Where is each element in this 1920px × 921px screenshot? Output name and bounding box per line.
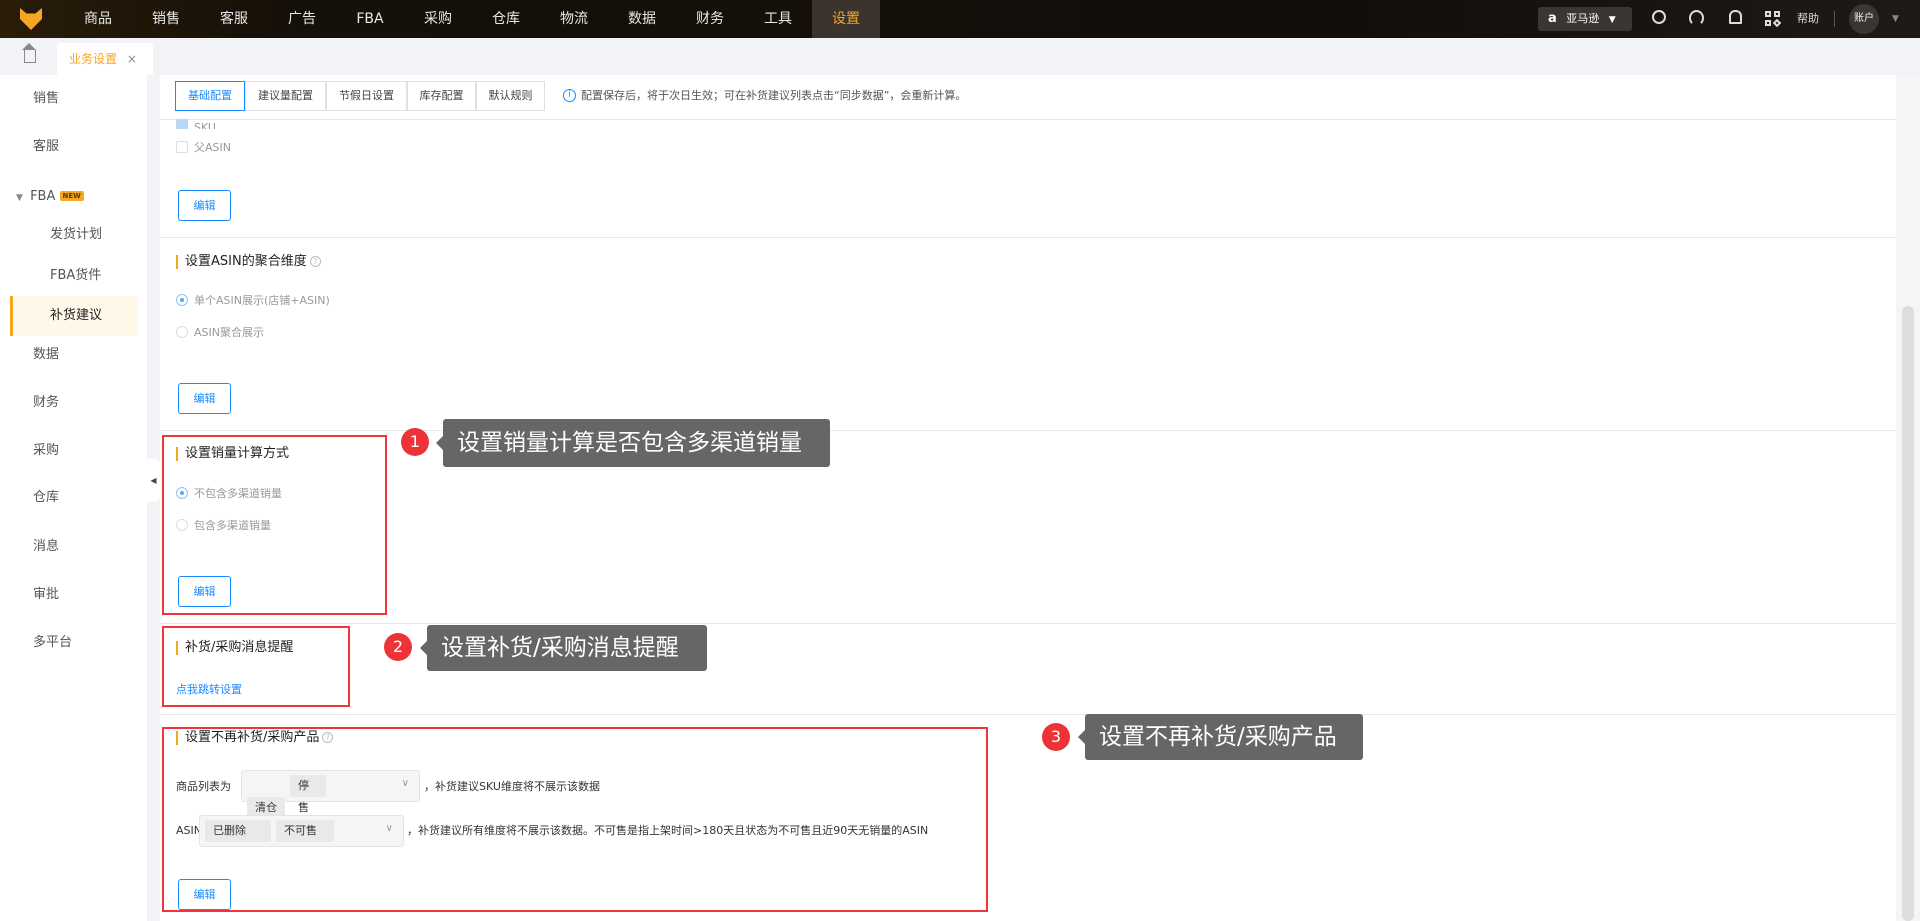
amazon-icon: a <box>1548 11 1557 26</box>
sidebar-item-service[interactable]: 客服 <box>0 132 147 162</box>
config-tab[interactable]: 默认规则 <box>476 81 545 111</box>
checkbox-sku[interactable]: SKU <box>176 119 216 129</box>
tab-bar: 业务设置 × <box>0 38 1920 75</box>
config-tab[interactable]: 节假日设置 <box>326 81 407 111</box>
info-text: 配置保存后，将于次日生效；可在补货建议列表点击“同步数据”，会重新计算。 <box>581 89 967 102</box>
section-title: 设置ASIN的聚合维度? <box>176 255 321 269</box>
config-tab[interactable]: 建议量配置 <box>245 81 326 111</box>
callout-number: 1 <box>401 428 429 456</box>
nav-item[interactable]: 客服 <box>200 0 268 38</box>
nav-item[interactable]: 采购 <box>404 0 472 38</box>
scrollbar[interactable] <box>1896 75 1920 921</box>
sidebar-item-messages[interactable]: 消息 <box>0 532 147 562</box>
top-nav: 商品 销售 客服 广告 FBA 采购 仓库 物流 数据 财务 工具 设置 a 亚马逊 ▼ 帮助 账户 … <box>0 0 1920 38</box>
nav-item[interactable]: 仓库 <box>472 0 540 38</box>
marketplace-selector[interactable]: a 亚马逊 ▼ <box>1538 7 1632 31</box>
search-icon[interactable] <box>1652 10 1666 24</box>
sidebar-item-warehouse[interactable]: 仓库 <box>0 483 147 513</box>
nav-item[interactable]: 销售 <box>132 0 200 38</box>
sidebar-item-sales[interactable]: 销售 <box>0 84 147 114</box>
info-icon: i <box>563 89 576 102</box>
nav-item[interactable]: FBA <box>336 0 404 38</box>
logo-icon[interactable] <box>20 8 42 30</box>
divider <box>1834 11 1835 27</box>
sidebar-item-fba[interactable]: ▼ FBA NEW <box>0 181 147 211</box>
callout-bubble: 设置销量计算是否包含多渠道销量 <box>436 419 830 467</box>
help-link[interactable]: 帮助 <box>1797 0 1819 38</box>
nav-item[interactable]: 数据 <box>608 0 676 38</box>
caret-down-icon: ▼ <box>16 193 23 203</box>
sidebar-item-shipping-plan[interactable]: 发货计划 <box>0 220 147 250</box>
nav-item[interactable]: 财务 <box>676 0 744 38</box>
sidebar-item-finance[interactable]: 财务 <box>0 388 147 418</box>
nav-item[interactable]: 广告 <box>268 0 336 38</box>
sidebar-item-purchase[interactable]: 采购 <box>0 436 147 466</box>
highlight-box-3 <box>162 727 988 912</box>
sidebar-item-multiplatform[interactable]: 多平台 <box>0 628 147 658</box>
sidebar-item-data[interactable]: 数据 <box>0 340 147 370</box>
divider <box>160 623 1910 624</box>
radio-single-asin[interactable]: 单个ASIN展示(店铺+ASIN) <box>176 294 330 308</box>
bell-icon[interactable] <box>1729 10 1742 24</box>
apps-grid-icon[interactable] <box>1765 11 1782 28</box>
scrollbar-thumb[interactable] <box>1902 306 1914 921</box>
tab-business-settings[interactable]: 业务设置 × <box>57 43 153 75</box>
sidebar-item-fba-shipments[interactable]: FBA货件 <box>0 261 147 291</box>
nav-item[interactable]: 设置 <box>812 0 880 38</box>
new-badge: NEW <box>59 191 84 201</box>
sidebar-item-restock[interactable]: 补货建议 <box>10 296 138 336</box>
help-icon[interactable]: ? <box>309 256 321 267</box>
sidebar-collapse-handle[interactable]: ◀ <box>147 459 160 502</box>
radio-asin-aggregate[interactable]: ASIN聚合展示 <box>176 326 264 340</box>
nav-item[interactable]: 物流 <box>540 0 608 38</box>
headset-icon[interactable] <box>1689 10 1704 26</box>
sidebar: 销售 客服 ▼ FBA NEW 发货计划 FBA货件 补货建议 数据 财务 采购… <box>0 75 147 921</box>
avatar[interactable]: 账户 <box>1849 4 1879 34</box>
caret-down-icon[interactable]: ▼ <box>1892 0 1899 38</box>
nav-item[interactable]: 商品 <box>64 0 132 38</box>
divider <box>160 714 1910 715</box>
nav-item[interactable]: 工具 <box>744 0 812 38</box>
highlight-box-1 <box>162 435 387 615</box>
edit-button[interactable]: 编辑 <box>178 383 231 414</box>
highlight-box-2 <box>162 626 350 707</box>
sidebar-item-approval[interactable]: 审批 <box>0 580 147 610</box>
callout-number: 3 <box>1042 723 1070 751</box>
callout-bubble: 设置不再补货/采购产品 <box>1078 714 1363 760</box>
close-icon[interactable]: × <box>127 52 137 66</box>
divider <box>160 237 1910 238</box>
checkbox-parent-asin[interactable]: 父ASIN <box>176 141 231 155</box>
caret-down-icon: ▼ <box>1608 15 1616 25</box>
home-icon[interactable] <box>22 43 36 63</box>
divider <box>160 119 1910 120</box>
edit-button[interactable]: 编辑 <box>178 190 231 221</box>
callout-bubble: 设置补货/采购消息提醒 <box>420 625 707 671</box>
callout-number: 2 <box>384 633 412 661</box>
config-tab[interactable]: 基础配置 <box>175 81 245 111</box>
config-tab[interactable]: 库存配置 <box>407 81 476 111</box>
